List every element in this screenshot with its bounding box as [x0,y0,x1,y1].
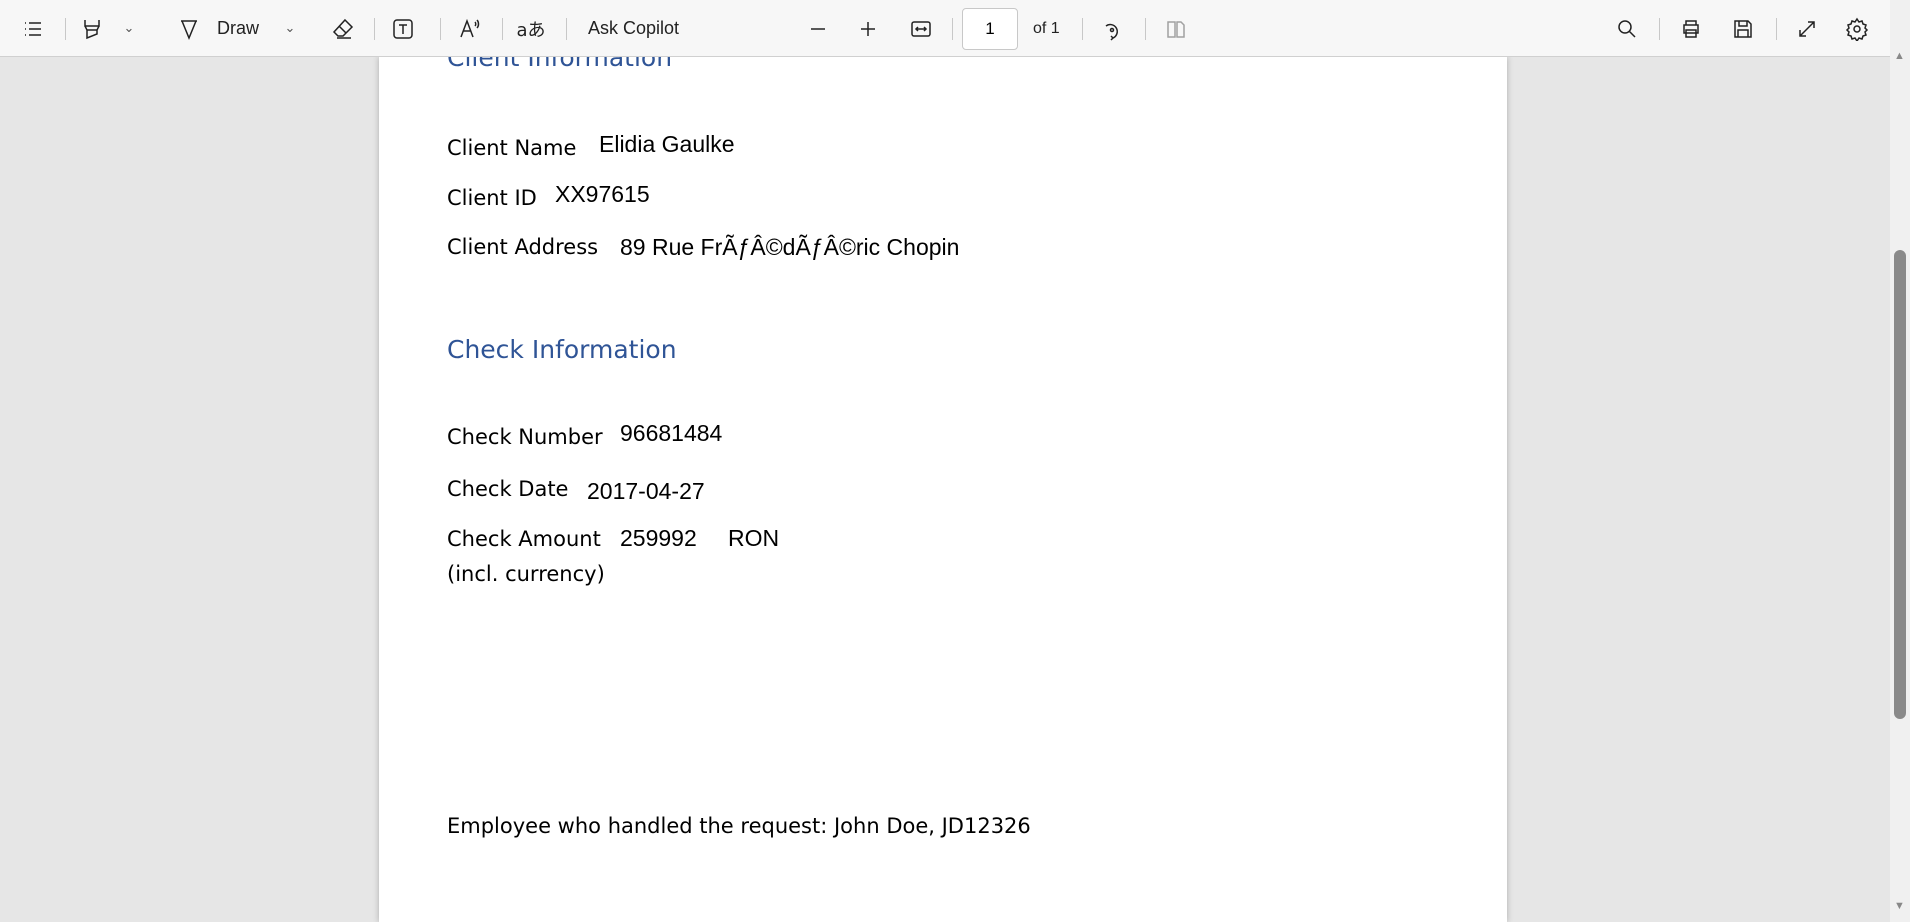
divider [952,18,953,40]
page-total: of 1 [1033,19,1060,37]
divider [374,18,375,40]
pdf-toolbar: ⌄ Draw ⌄ aあ Ask Copilot of 1 [0,0,1890,57]
zoom-out-icon[interactable] [806,0,830,57]
save-icon[interactable] [1730,0,1756,57]
translate-icon[interactable]: aあ [516,0,546,57]
divider [502,18,503,40]
scroll-up-arrow-icon[interactable]: ▲ [1894,50,1905,62]
contents-icon[interactable] [20,0,46,57]
divider [1776,18,1777,40]
highlighter-icon[interactable] [79,0,105,57]
client-id-value: XX97615 [555,181,650,207]
divider [566,18,567,40]
search-icon[interactable] [1614,0,1640,57]
employee-line: Employee who handled the request: John D… [447,814,1031,838]
draw-button[interactable]: Draw [217,0,259,57]
divider [1082,18,1083,40]
check-amount-value: 259992 [620,525,697,551]
divider [1659,18,1660,40]
eraser-icon[interactable] [330,0,356,57]
scroll-down-arrow-icon[interactable]: ▼ [1894,900,1905,912]
divider [1145,18,1146,40]
zoom-in-icon[interactable] [856,0,880,57]
draw-icon[interactable] [176,0,202,57]
client-name-label: Client Name [447,136,577,160]
fit-width-icon[interactable] [909,0,933,57]
client-address-value: 89 Rue FrÃƒÂ©dÃƒÂ©ric Chopin [620,234,960,260]
divider [65,18,66,40]
settings-icon[interactable] [1844,0,1870,57]
divider [440,18,441,40]
rotate-icon[interactable] [1099,0,1125,57]
check-amount-sublabel: (incl. currency) [447,562,605,586]
fullscreen-icon[interactable] [1794,0,1820,57]
check-date-label: Check Date [447,477,569,501]
chevron-down-icon[interactable]: ⌄ [122,0,136,57]
check-info-heading: Check Information [447,335,677,364]
check-number-value: 96681484 [620,420,723,446]
client-name-value: Elidia Gaulke [599,131,735,157]
check-currency-value: RON [728,525,780,551]
check-amount-label: Check Amount [447,527,601,551]
check-date-value: 2017-04-27 [587,478,705,504]
read-aloud-icon[interactable] [456,0,484,57]
print-icon[interactable] [1678,0,1704,57]
ask-copilot-button[interactable]: Ask Copilot [588,0,679,57]
chevron-down-icon[interactable]: ⌄ [283,0,297,57]
scrollbar-thumb[interactable] [1894,250,1906,719]
check-number-label: Check Number [447,425,603,449]
client-id-label: Client ID [447,186,537,210]
two-page-icon[interactable] [1163,0,1189,57]
page-number-input[interactable] [962,8,1018,50]
client-address-label: Client Address [447,235,599,259]
text-box-icon[interactable] [390,0,416,57]
pdf-page: Client Information Client Name Elidia Ga… [379,43,1507,922]
vertical-scrollbar[interactable]: ▲ ▼ [1890,0,1910,922]
